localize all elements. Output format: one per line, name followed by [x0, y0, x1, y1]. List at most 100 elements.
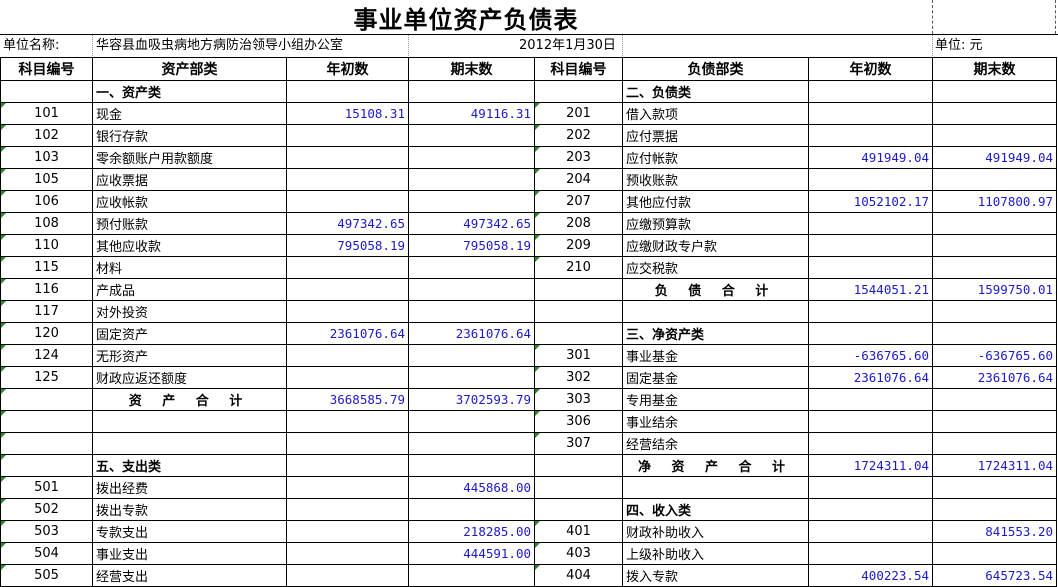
table-cell[interactable] — [622, 300, 809, 323]
table-cell[interactable]: 其他应付款 — [622, 190, 809, 213]
table-cell[interactable]: 负 债 合 计 — [622, 278, 809, 301]
table-cell[interactable]: 事业结余 — [622, 410, 809, 433]
table-cell[interactable] — [408, 124, 535, 147]
table-cell[interactable] — [932, 256, 1057, 279]
table-cell[interactable] — [286, 432, 409, 455]
table-cell[interactable] — [622, 476, 809, 499]
table-cell[interactable] — [932, 498, 1057, 521]
table-cell[interactable] — [408, 432, 535, 455]
table-cell[interactable] — [0, 454, 93, 477]
table-cell[interactable]: 拨入专款 — [622, 564, 809, 587]
table-cell[interactable] — [808, 124, 933, 147]
table-cell[interactable]: 209 — [534, 234, 623, 257]
table-cell[interactable]: 零余额账户用款额度 — [92, 146, 287, 169]
table-cell[interactable]: 应交税款 — [622, 256, 809, 279]
table-cell[interactable]: 103 — [0, 146, 93, 169]
table-cell[interactable] — [932, 80, 1057, 103]
table-cell[interactable]: 应缴预算款 — [622, 212, 809, 235]
table-cell[interactable] — [0, 80, 93, 103]
table-cell[interactable]: 产成品 — [92, 278, 287, 301]
table-cell[interactable]: 预付账款 — [92, 212, 287, 235]
header-cell[interactable]: 科目编号 — [0, 57, 93, 81]
table-cell[interactable] — [932, 322, 1057, 345]
header-cell[interactable]: 科目编号 — [534, 57, 623, 81]
table-cell[interactable] — [408, 300, 535, 323]
header-cell[interactable]: 年初数 — [286, 57, 409, 81]
table-cell[interactable] — [808, 542, 933, 565]
table-cell[interactable] — [286, 190, 409, 213]
table-cell[interactable] — [408, 498, 535, 521]
table-cell[interactable]: 3668585.79 — [286, 388, 409, 411]
table-cell[interactable] — [408, 366, 535, 389]
table-cell[interactable]: 124 — [0, 344, 93, 367]
table-cell[interactable]: 1544051.21 — [808, 278, 933, 301]
table-cell[interactable]: 应收帐款 — [92, 190, 287, 213]
table-cell[interactable] — [932, 124, 1057, 147]
table-cell[interactable] — [534, 498, 623, 521]
table-cell[interactable] — [808, 520, 933, 543]
table-cell[interactable]: 110 — [0, 234, 93, 257]
table-cell[interactable] — [286, 146, 409, 169]
table-cell[interactable]: 207 — [534, 190, 623, 213]
table-cell[interactable] — [932, 300, 1057, 323]
table-cell[interactable]: 504 — [0, 542, 93, 565]
table-cell[interactable]: 301 — [534, 344, 623, 367]
table-cell[interactable] — [286, 168, 409, 191]
table-cell[interactable] — [808, 212, 933, 235]
table-cell[interactable] — [408, 454, 535, 477]
table-cell[interactable]: 借入款项 — [622, 102, 809, 125]
table-cell[interactable]: 净 资 产 合 计 — [622, 454, 809, 477]
table-cell[interactable]: 403 — [534, 542, 623, 565]
table-cell[interactable]: 303 — [534, 388, 623, 411]
table-cell[interactable]: 115 — [0, 256, 93, 279]
table-cell[interactable] — [808, 300, 933, 323]
table-cell[interactable] — [408, 564, 535, 587]
table-cell[interactable]: -636765.60 — [808, 344, 933, 367]
table-cell[interactable]: 上级补助收入 — [622, 542, 809, 565]
table-cell[interactable] — [932, 410, 1057, 433]
table-cell[interactable] — [286, 476, 409, 499]
table-cell[interactable]: 306 — [534, 410, 623, 433]
table-cell[interactable]: 497342.65 — [286, 212, 409, 235]
table-cell[interactable] — [932, 542, 1057, 565]
header-cell[interactable]: 年初数 — [808, 57, 933, 81]
table-cell[interactable]: 银行存款 — [92, 124, 287, 147]
table-cell[interactable]: 404 — [534, 564, 623, 587]
table-cell[interactable] — [408, 146, 535, 169]
table-cell[interactable] — [286, 256, 409, 279]
table-cell[interactable] — [808, 322, 933, 345]
header-cell[interactable]: 期末数 — [408, 57, 535, 81]
table-cell[interactable] — [932, 168, 1057, 191]
table-cell[interactable] — [408, 344, 535, 367]
table-cell[interactable]: 401 — [534, 520, 623, 543]
table-cell[interactable]: 四、收入类 — [622, 498, 809, 521]
table-cell[interactable] — [932, 388, 1057, 411]
table-cell[interactable] — [808, 476, 933, 499]
table-cell[interactable] — [534, 300, 623, 323]
table-cell[interactable] — [808, 102, 933, 125]
table-cell[interactable] — [286, 498, 409, 521]
table-cell[interactable] — [808, 432, 933, 455]
table-cell[interactable]: 117 — [0, 300, 93, 323]
table-cell[interactable]: 795058.19 — [286, 234, 409, 257]
table-cell[interactable]: 491949.04 — [808, 146, 933, 169]
table-cell[interactable]: 444591.00 — [408, 542, 535, 565]
table-cell[interactable] — [286, 520, 409, 543]
table-cell[interactable]: 218285.00 — [408, 520, 535, 543]
table-cell[interactable]: 302 — [534, 366, 623, 389]
table-cell[interactable] — [286, 410, 409, 433]
table-cell[interactable] — [808, 256, 933, 279]
table-cell[interactable]: 固定资产 — [92, 322, 287, 345]
table-cell[interactable]: 其他应收款 — [92, 234, 287, 257]
table-cell[interactable]: 307 — [534, 432, 623, 455]
table-cell[interactable]: 拨出专款 — [92, 498, 287, 521]
table-cell[interactable]: 2361076.64 — [808, 366, 933, 389]
table-cell[interactable]: 材料 — [92, 256, 287, 279]
table-cell[interactable] — [408, 278, 535, 301]
unit-name[interactable]: 华容县血吸虫病地方病防治领导小组办公室 — [96, 35, 343, 56]
table-cell[interactable] — [534, 80, 623, 103]
table-cell[interactable]: 15108.31 — [286, 102, 409, 125]
table-cell[interactable] — [534, 278, 623, 301]
table-cell[interactable]: 2361076.64 — [408, 322, 535, 345]
table-cell[interactable] — [0, 388, 93, 411]
